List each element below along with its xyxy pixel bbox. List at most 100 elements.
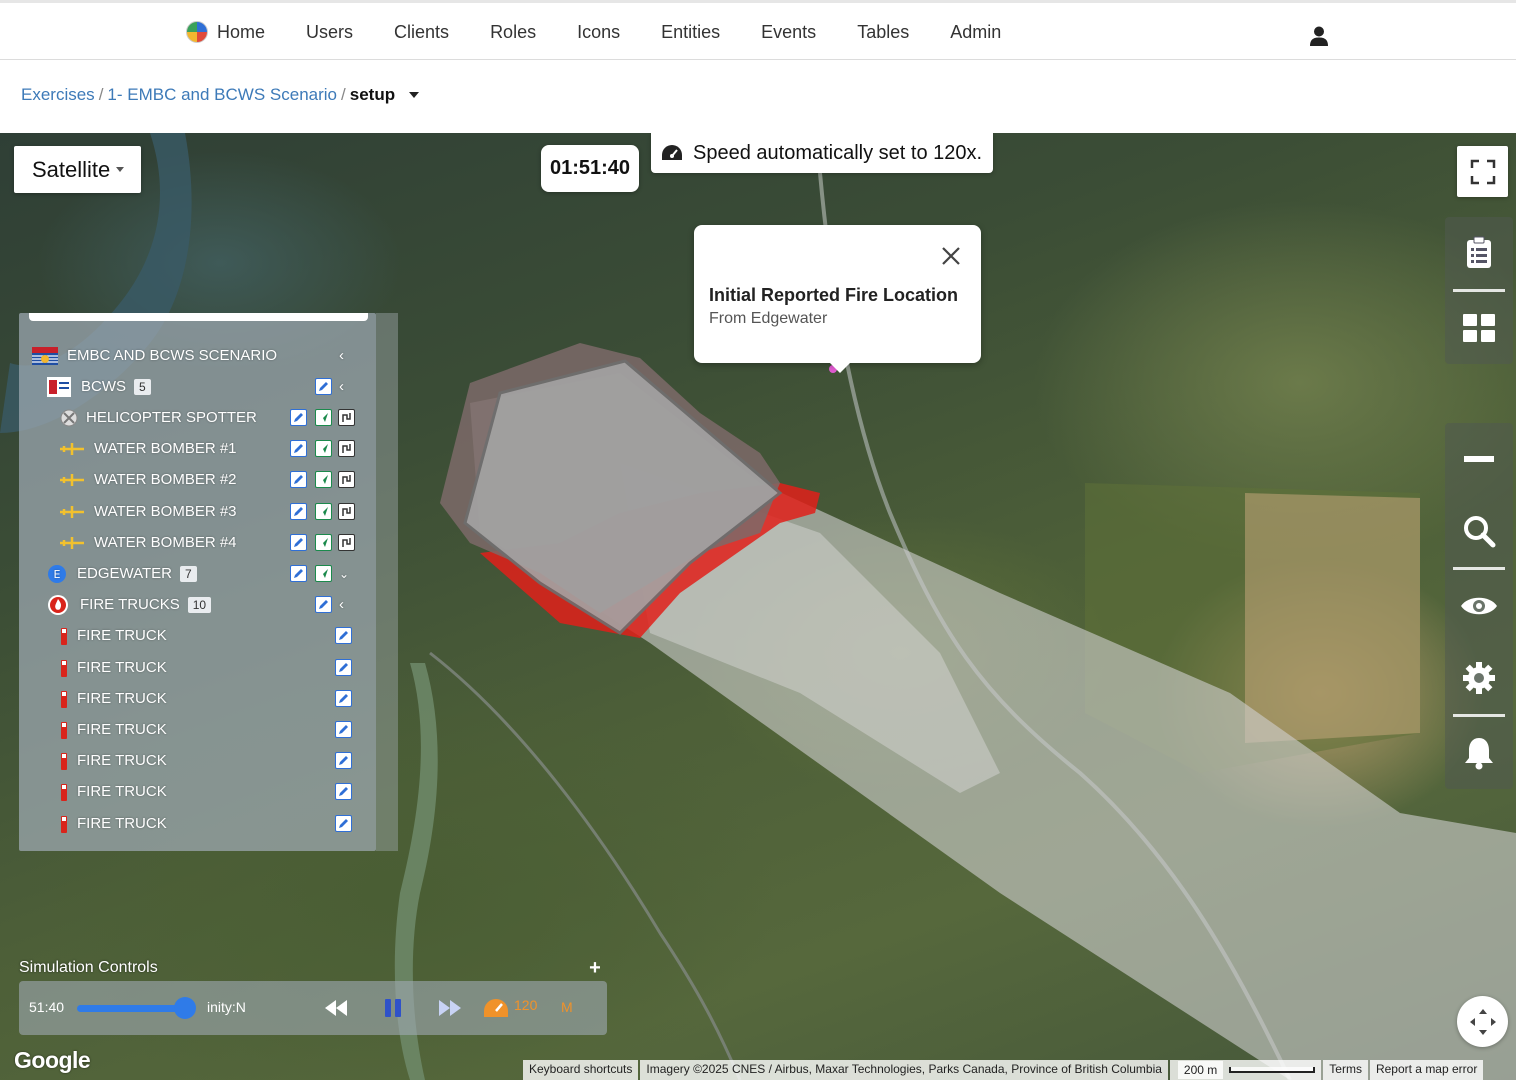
clipboard-button[interactable] [1445,217,1513,289]
edit-button[interactable] [335,783,352,800]
layer-item-fire-truck[interactable]: FIRE TRUCK [19,620,376,651]
rewind-icon[interactable] [324,999,348,1017]
layer-item-fire-truck[interactable]: FIRE TRUCK [19,683,376,714]
route-button[interactable] [315,440,332,457]
visibility-button[interactable] [1445,570,1513,642]
layer-group-edgewater-title: EDGEWATER 7 [77,565,197,582]
layer-group-edgewater[interactable]: E EDGEWATER 7 ⌄ [19,558,376,589]
route-button[interactable] [315,534,332,551]
waypoints-icon [342,538,351,547]
terms-link[interactable]: Terms [1323,1060,1368,1080]
speed-gauge-icon[interactable] [483,997,509,1019]
nav-admin[interactable]: Admin [950,22,1001,43]
map-scale[interactable]: 200 m [1169,1060,1322,1080]
fast-forward-icon[interactable] [438,999,462,1017]
edit-button[interactable] [315,596,332,613]
edit-button[interactable] [290,565,307,582]
bell-icon [1465,738,1493,770]
layer-item-water-bomber-4[interactable]: WATER BOMBER #4 [19,527,376,558]
layer-root-row[interactable]: EMBC AND BCWS SCENARIO ‹ [19,340,376,371]
layer-item-helicopter[interactable]: HELICOPTER SPOTTER [19,402,376,433]
nav-roles[interactable]: Roles [490,22,536,43]
map-type-dropdown[interactable]: Satellite [14,146,141,193]
add-control-button[interactable]: + [586,958,604,978]
edit-button[interactable] [335,627,352,644]
waypoints-button[interactable] [338,534,355,551]
layer-item-fire-truck[interactable]: FIRE TRUCK [19,652,376,683]
notifications-button[interactable] [1445,717,1513,789]
edit-button[interactable] [335,752,352,769]
gear-icon [1463,662,1495,694]
user-account-icon[interactable] [1308,25,1330,47]
search-button[interactable] [1445,495,1513,567]
route-button[interactable] [315,471,332,488]
layer-item-water-bomber-2[interactable]: WATER BOMBER #2 [19,464,376,495]
layer-item-fire-truck[interactable]: FIRE TRUCK [19,808,376,839]
map-canvas[interactable]: Satellite 01:51:40 Speed automatically s… [0,133,1516,1080]
dashboard-button[interactable] [1445,292,1513,364]
pencil-icon [339,787,348,796]
nav-clients[interactable]: Clients [394,22,449,43]
nav-entities[interactable]: Entities [661,22,720,43]
nav-home[interactable]: Home [186,21,265,43]
zoom-out-button[interactable] [1445,423,1513,495]
popup-subtitle: From Edgewater [709,310,828,327]
keyboard-shortcuts-link[interactable]: Keyboard shortcuts [523,1060,639,1080]
expand-chevron-icon[interactable]: ⌄ [339,567,349,581]
layer-item-fire-truck[interactable]: FIRE TRUCK [19,776,376,807]
recenter-button[interactable] [1457,996,1508,1047]
collapse-chevron-icon[interactable]: ‹ [339,347,344,364]
pause-icon[interactable] [383,998,403,1018]
layer-item-fire-truck[interactable]: FIRE TRUCK [19,714,376,745]
layer-item-fire-truck[interactable]: FIRE TRUCK [19,745,376,776]
layer-panel-scrollbar[interactable] [376,313,398,851]
edit-button[interactable] [315,378,332,395]
waypoints-button[interactable] [338,409,355,426]
edit-button[interactable] [290,534,307,551]
layer-item-label: WATER BOMBER #4 [94,534,237,551]
edit-button[interactable] [290,409,307,426]
waypoints-button[interactable] [338,440,355,457]
edit-button[interactable] [335,815,352,832]
breadcrumb-scenario[interactable]: 1- EMBC and BCWS Scenario [107,85,337,105]
report-map-error-link[interactable]: Report a map error [1369,1060,1484,1080]
collapse-chevron-icon[interactable]: ‹ [339,378,344,395]
pencil-icon [294,413,303,422]
edit-button[interactable] [335,721,352,738]
edit-button[interactable] [335,690,352,707]
fire-truck-icon [61,752,67,770]
layer-item-water-bomber-3[interactable]: WATER BOMBER #3 [19,496,376,527]
waypoints-button[interactable] [338,503,355,520]
edit-button[interactable] [290,471,307,488]
collapse-chevron-icon[interactable]: ‹ [339,596,344,613]
nav-tables[interactable]: Tables [857,22,909,43]
simulation-mode-label[interactable]: M [561,999,573,1015]
close-icon[interactable] [940,245,962,267]
pencil-icon [339,663,348,672]
nav-events[interactable]: Events [761,22,816,43]
route-button[interactable] [315,565,332,582]
route-button[interactable] [315,409,332,426]
layer-item-label: FIRE TRUCK [77,783,167,800]
waypoints-button[interactable] [338,471,355,488]
simulation-timeline-slider[interactable] [77,1005,187,1012]
pencil-icon [339,694,348,703]
edit-button[interactable] [290,503,307,520]
timeline-slider-handle[interactable] [174,997,196,1019]
nav-icons[interactable]: Icons [577,22,620,43]
route-button[interactable] [315,503,332,520]
layer-group-fire-trucks[interactable]: FIRE TRUCKS 10 ‹ [19,589,376,620]
speedometer-icon [662,145,682,160]
layer-item-water-bomber-1[interactable]: WATER BOMBER #1 [19,433,376,464]
nav-users[interactable]: Users [306,22,353,43]
settings-button[interactable] [1445,642,1513,714]
layer-group-bcws[interactable]: BCWS 5 ‹ [19,371,376,402]
edit-button[interactable] [335,659,352,676]
layer-item-label: FIRE TRUCK [77,721,167,738]
fullscreen-button[interactable] [1457,146,1508,197]
nav-home-label: Home [217,21,266,42]
breadcrumb-dropdown-icon[interactable] [409,92,420,98]
breadcrumb-exercises[interactable]: Exercises [21,85,95,105]
map-type-caret-icon [116,167,125,172]
edit-button[interactable] [290,440,307,457]
